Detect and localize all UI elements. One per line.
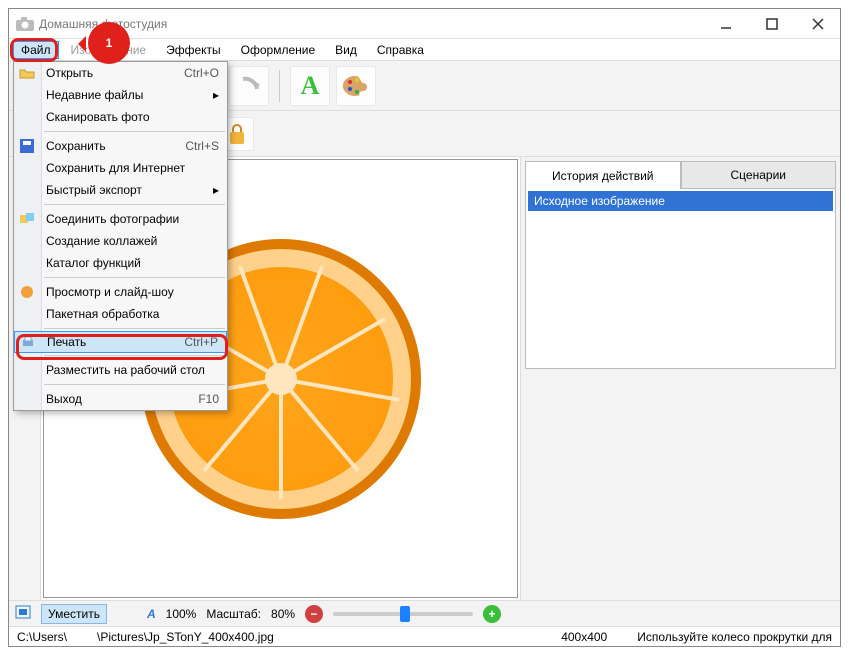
menu-save-web[interactable]: Сохранить для Интернет bbox=[14, 157, 227, 179]
menu-slideshow[interactable]: Просмотр и слайд-шоу bbox=[14, 281, 227, 303]
title-bar: Домашняя фотостудия bbox=[9, 9, 840, 39]
submenu-arrow-icon: ▸ bbox=[213, 183, 219, 197]
menu-wallpaper[interactable]: Разместить на рабочий стол bbox=[14, 359, 227, 381]
menu-scan[interactable]: Сканировать фото bbox=[14, 106, 227, 128]
print-icon bbox=[19, 333, 37, 351]
path-bar: C:\Users\ \Pictures\Jp_STonY_400x400.jpg… bbox=[9, 626, 840, 646]
menu-save[interactable]: СохранитьCtrl+S bbox=[14, 135, 227, 157]
right-panel: История действий Сценарии Исходное изобр… bbox=[520, 157, 840, 600]
hint-text: Используйте колесо прокрутки для bbox=[637, 630, 832, 644]
save-icon bbox=[18, 137, 36, 155]
redo-tool[interactable] bbox=[229, 66, 269, 106]
fit-icon bbox=[15, 605, 31, 622]
zoom-out-button[interactable]: − bbox=[305, 605, 323, 623]
merge-icon bbox=[18, 210, 36, 228]
history-list[interactable]: Исходное изображение bbox=[525, 189, 836, 369]
slideshow-icon bbox=[18, 283, 36, 301]
menu-quick-export[interactable]: Быстрый экспорт▸ bbox=[14, 179, 227, 201]
path-file: \Pictures\Jp_STonY_400x400.jpg bbox=[97, 630, 274, 644]
zoom-in-button[interactable]: + bbox=[483, 605, 501, 623]
file-menu-dropdown: ОткрытьCtrl+O Недавние файлы▸ Сканироват… bbox=[13, 61, 228, 411]
path-drive: C:\Users\ bbox=[17, 630, 67, 644]
menu-open[interactable]: ОткрытьCtrl+O bbox=[14, 62, 227, 84]
folder-open-icon bbox=[18, 64, 36, 82]
image-dimensions: 400x400 bbox=[561, 630, 607, 644]
menu-design[interactable]: Оформление bbox=[233, 41, 323, 59]
tab-history[interactable]: История действий bbox=[525, 161, 681, 189]
fit-button[interactable]: Уместить bbox=[41, 604, 107, 624]
menu-view[interactable]: Вид bbox=[327, 41, 365, 59]
menu-print[interactable]: ПечатьCtrl+P bbox=[14, 331, 227, 353]
minimize-button[interactable] bbox=[706, 13, 746, 35]
close-button[interactable] bbox=[798, 13, 838, 35]
alpha-icon: A bbox=[147, 607, 156, 621]
menu-collage[interactable]: Создание коллажей bbox=[14, 230, 227, 252]
submenu-arrow-icon: ▸ bbox=[213, 88, 219, 102]
menu-batch[interactable]: Пакетная обработка bbox=[14, 303, 227, 325]
menu-effects[interactable]: Эффекты bbox=[158, 41, 229, 59]
menu-bar: Файл Изображение Эффекты Оформление Вид … bbox=[9, 39, 840, 61]
menu-catalog[interactable]: Каталог функций bbox=[14, 252, 227, 274]
menu-help[interactable]: Справка bbox=[369, 41, 432, 59]
scale-value: 80% bbox=[271, 607, 295, 621]
alpha-value: 100% bbox=[166, 607, 197, 621]
status-bar: Уместить A 100% Масштаб: 80% − + bbox=[9, 600, 840, 626]
history-item[interactable]: Исходное изображение bbox=[528, 191, 833, 211]
annotation-badge: 1 bbox=[88, 22, 130, 64]
menu-exit[interactable]: ВыходF10 bbox=[14, 388, 227, 410]
zoom-slider[interactable] bbox=[333, 612, 473, 616]
menu-recent-files[interactable]: Недавние файлы▸ bbox=[14, 84, 227, 106]
menu-merge-photos[interactable]: Соединить фотографии bbox=[14, 208, 227, 230]
menu-file[interactable]: Файл bbox=[13, 41, 59, 59]
maximize-button[interactable] bbox=[752, 13, 792, 35]
window-title: Домашняя фотостудия bbox=[39, 17, 706, 31]
scale-label: Масштаб: bbox=[206, 607, 261, 621]
tab-scenarios[interactable]: Сценарии bbox=[681, 161, 837, 189]
app-icon bbox=[15, 14, 35, 34]
text-tool[interactable]: A bbox=[290, 66, 330, 106]
palette-tool[interactable] bbox=[336, 66, 376, 106]
